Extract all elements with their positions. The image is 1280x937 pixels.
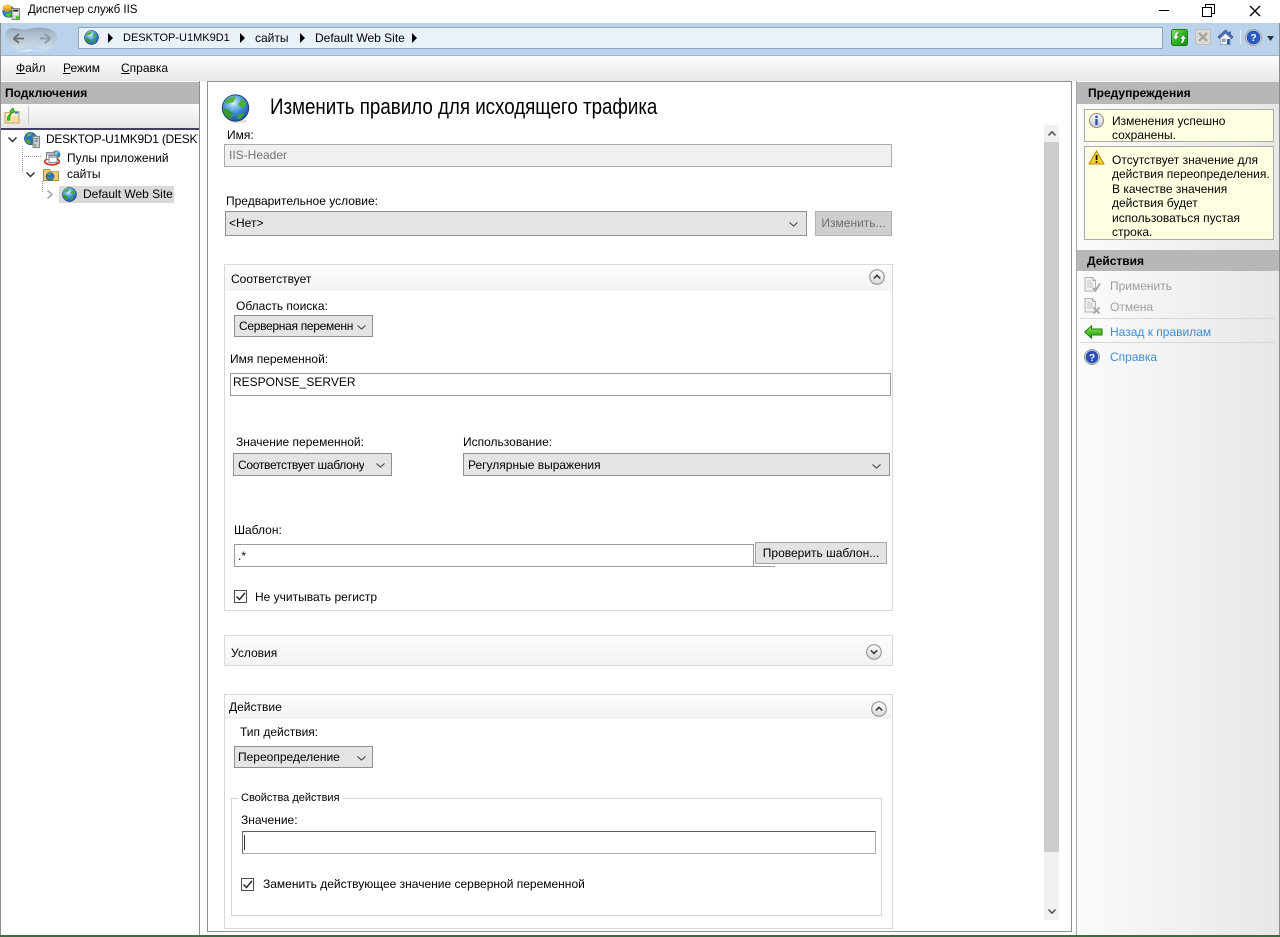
svg-text:?: ? (1250, 33, 1256, 44)
svg-text:?: ? (1089, 353, 1095, 364)
